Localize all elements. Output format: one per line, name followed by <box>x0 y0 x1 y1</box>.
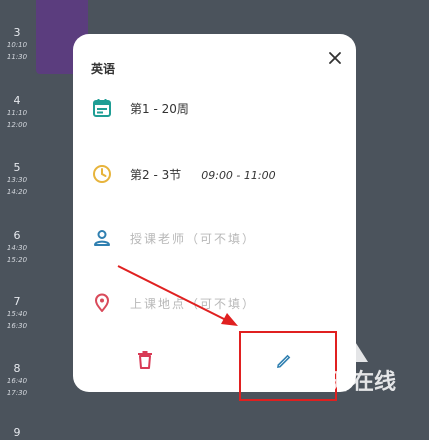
watermark-text: 开在线 <box>330 370 397 395</box>
watermark-logo-icon <box>340 340 368 362</box>
